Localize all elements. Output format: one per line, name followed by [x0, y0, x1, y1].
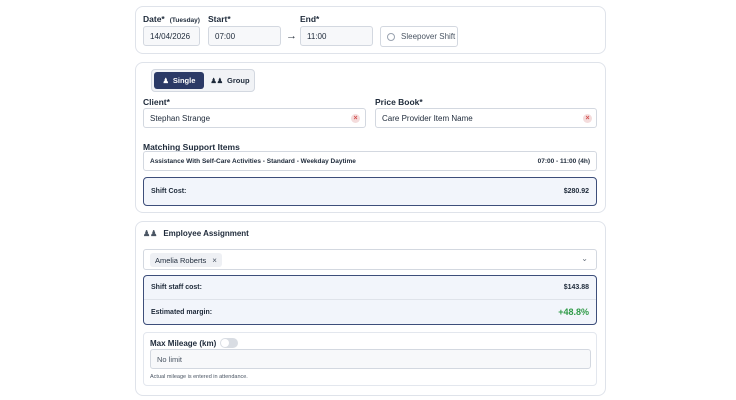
- sleepover-label: Sleepover Shift: [401, 32, 456, 41]
- mileage-toggle[interactable]: [220, 338, 239, 348]
- mode-toggle: ♟ Single ♟♟ Group: [151, 69, 255, 92]
- clear-client-icon[interactable]: ×: [351, 114, 360, 123]
- estimated-margin-label: Estimated margin:: [151, 308, 213, 316]
- staff-cost-value: $143.88: [563, 284, 589, 291]
- start-time-input[interactable]: 07:00: [208, 26, 281, 46]
- support-item-name: Assistance With Self-Care Activities - S…: [150, 157, 356, 165]
- start-label: Start*: [208, 14, 231, 24]
- chevron-down-icon[interactable]: ⌄: [581, 254, 588, 263]
- user-group-icon: ♟♟: [143, 229, 158, 238]
- remove-employee-icon[interactable]: ×: [212, 256, 217, 265]
- price-book-value: Care Provider Item Name: [382, 113, 473, 123]
- client-value: Stephan Strange: [150, 113, 211, 123]
- price-book-input[interactable]: Care Provider Item Name ×: [375, 108, 597, 128]
- end-time-input[interactable]: 11:00: [300, 26, 373, 46]
- mileage-label: Max Mileage (km): [150, 338, 217, 348]
- employee-chip: Amelia Roberts ×: [150, 253, 222, 267]
- support-item-time: 07:00 - 11:00 (4h): [537, 157, 590, 165]
- employee-select[interactable]: Amelia Roberts × ⌄: [143, 249, 597, 270]
- estimated-margin-row: Estimated margin: +48.8%: [144, 300, 596, 324]
- user-icon: ♟: [162, 77, 169, 85]
- single-mode-button[interactable]: ♟ Single: [154, 72, 204, 89]
- shift-cost-summary: Shift Cost: $280.92: [143, 177, 597, 206]
- end-label: End*: [300, 14, 320, 24]
- estimated-margin-value: +48.8%: [558, 307, 589, 317]
- support-item-row[interactable]: Assistance With Self-Care Activities - S…: [143, 151, 597, 171]
- mileage-input[interactable]: No limit: [150, 349, 591, 369]
- group-mode-button[interactable]: ♟♟ Group: [206, 72, 254, 89]
- sleepover-shift-toggle[interactable]: Sleepover Shift: [380, 26, 458, 47]
- employee-name: Amelia Roberts: [155, 255, 207, 265]
- shift-form-page: Date* (Tuesday) 14/04/2026 Start* 07:00 →…: [0, 0, 736, 400]
- shift-cost-value: $280.92: [563, 188, 589, 195]
- day-label: (Tuesday): [169, 17, 200, 24]
- mileage-header: Max Mileage (km): [150, 338, 239, 348]
- radio-icon: [387, 32, 395, 41]
- date-input[interactable]: 14/04/2026: [143, 26, 200, 46]
- mileage-card: Max Mileage (km) No limit Actual mileage…: [143, 332, 597, 386]
- users-icon: ♟♟: [210, 77, 224, 85]
- price-book-label: Price Book*: [375, 97, 423, 107]
- shift-cost-label: Shift Cost:: [151, 188, 187, 195]
- single-label: Single: [172, 76, 196, 85]
- group-label: Group: [227, 76, 250, 85]
- staff-cost-row: Shift staff cost: $143.88: [144, 276, 596, 300]
- employee-assignment-title: Employee Assignment: [163, 229, 249, 238]
- date-label: Date* (Tuesday): [143, 14, 200, 24]
- employee-assignment-header: ♟♟ Employee Assignment: [143, 229, 249, 238]
- clear-price-book-icon[interactable]: ×: [583, 114, 592, 123]
- mileage-help-text: Actual mileage is entered in attendance.: [150, 374, 248, 380]
- staff-cost-summary: Shift staff cost: $143.88 Estimated marg…: [143, 275, 597, 325]
- staff-cost-label: Shift staff cost:: [151, 284, 202, 291]
- arrow-right-icon: →: [286, 30, 297, 42]
- client-label: Client*: [143, 97, 170, 107]
- client-input[interactable]: Stephan Strange ×: [143, 108, 366, 128]
